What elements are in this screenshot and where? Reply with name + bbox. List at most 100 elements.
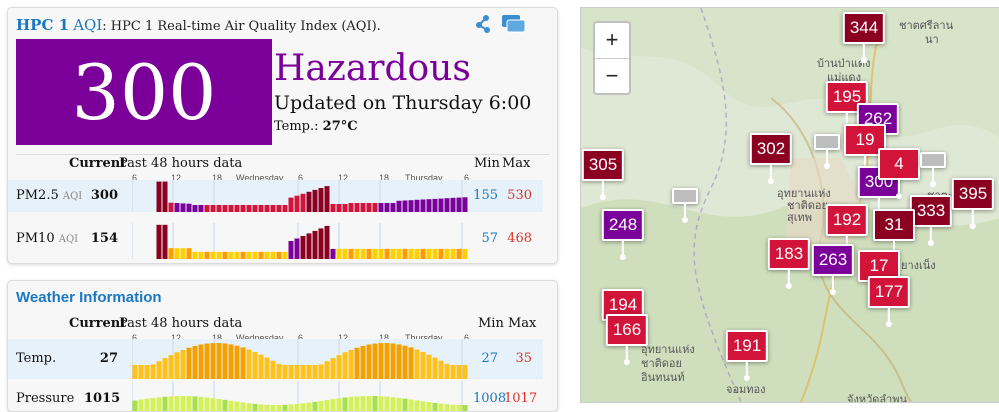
aqi-marker[interactable]: 31 (873, 209, 915, 260)
history-bar (156, 397, 162, 411)
aqi-marker[interactable]: 192 (825, 204, 869, 255)
history-bar (438, 248, 444, 259)
history-bar (300, 236, 306, 259)
pm25-history-chart[interactable] (132, 180, 468, 212)
history-bar (300, 193, 306, 212)
history-bar (186, 347, 192, 379)
history-bar (438, 403, 444, 411)
aqi-marker[interactable] (920, 152, 946, 187)
history-bar (366, 203, 372, 212)
history-bar (462, 248, 468, 259)
row-name: PM10 (16, 231, 55, 246)
pm10-history-chart[interactable] (132, 223, 468, 259)
history-bar (366, 396, 372, 411)
history-bar (258, 354, 264, 379)
history-bar (330, 204, 336, 212)
history-bar (234, 205, 240, 212)
aqi-marker[interactable]: 344 (842, 12, 886, 63)
row-name: Pressure (16, 391, 75, 406)
history-bar (426, 402, 432, 411)
share-icon[interactable] (474, 14, 492, 38)
weather-title: Weather Information (16, 289, 162, 306)
history-bar (450, 404, 456, 411)
history-bar (390, 343, 396, 379)
zoom-in-button[interactable]: + (595, 23, 629, 59)
marker-value: 263 (811, 244, 855, 276)
history-bar (342, 352, 348, 379)
aqi-marker[interactable]: 248 (601, 209, 645, 260)
history-bar (246, 403, 252, 411)
history-bar (378, 248, 384, 259)
history-bar (192, 251, 198, 259)
history-bar (162, 224, 168, 259)
pressure-history-chart[interactable] (132, 381, 468, 411)
history-bar (186, 203, 192, 212)
history-bar (228, 205, 234, 212)
zoom-out-button[interactable]: − (595, 59, 629, 94)
history-bar (414, 400, 420, 411)
history-bar (408, 347, 414, 379)
history-bar (216, 251, 222, 259)
history-bar (432, 198, 438, 212)
aqi-marker[interactable]: 302 (749, 133, 793, 184)
history-bar (312, 401, 318, 411)
row-name: Temp. (16, 351, 57, 366)
history-bar (390, 203, 396, 212)
history-bar (240, 205, 246, 212)
history-bar (396, 344, 402, 379)
history-bar (210, 398, 216, 411)
history-bar (462, 405, 468, 411)
aqi-marker[interactable] (672, 188, 698, 223)
marker-value (920, 152, 946, 168)
history-bar (210, 205, 216, 212)
history-bar (162, 358, 168, 379)
history-bar (294, 238, 300, 259)
temp-history-chart[interactable] (132, 339, 468, 379)
aqi-marker[interactable]: 305 (581, 149, 625, 200)
aqi-marker[interactable]: 395 (951, 178, 995, 229)
windows-icon[interactable] (501, 14, 527, 38)
temp-label: Temp.: (274, 119, 319, 134)
history-bar (450, 248, 456, 259)
history-bar (246, 349, 252, 379)
history-bar (204, 397, 210, 411)
aqi-marker[interactable]: 177 (867, 276, 911, 327)
history-bar (426, 199, 432, 212)
marker-pin (824, 150, 830, 169)
map[interactable]: ชาตศรีลาน นา บ้านป่าแดง แม่แดง อุทยานแห่… (580, 7, 999, 403)
table-row: PM10 AQI 154 57 468 (8, 223, 543, 259)
history-bar (276, 205, 282, 212)
marker-pin (896, 180, 902, 199)
aqi-marker[interactable]: 4 (878, 148, 920, 199)
marker-pin (624, 346, 630, 365)
history-bar (240, 402, 246, 411)
aqi-marker[interactable]: 263 (811, 244, 855, 295)
history-bar (138, 399, 144, 411)
history-bar (456, 248, 462, 259)
history-bar (372, 248, 378, 259)
history-bar (174, 203, 180, 212)
history-bar (366, 248, 372, 259)
history-bar (204, 251, 210, 259)
history-bar (234, 345, 240, 379)
history-bar (174, 352, 180, 379)
history-bar (462, 197, 468, 212)
aqi-marker[interactable]: 183 (767, 238, 811, 289)
history-bar (252, 251, 258, 259)
history-bar (354, 248, 360, 259)
history-bar (336, 355, 342, 379)
aqi-marker[interactable] (814, 134, 840, 169)
aqi-marker[interactable]: 333 (909, 195, 953, 246)
station-name: HPC 1 (16, 16, 70, 34)
aqi-marker[interactable]: 166 (605, 314, 649, 365)
aqi-value-box: 300 (16, 39, 272, 145)
history-bar (312, 189, 318, 212)
aqi-marker[interactable]: 191 (725, 330, 769, 381)
history-bar (402, 200, 408, 212)
history-bar (456, 365, 462, 379)
history-bar (384, 343, 390, 379)
history-bar (162, 396, 168, 411)
current-value: 300 (90, 188, 118, 203)
history-bar (156, 181, 162, 212)
history-bar (456, 197, 462, 212)
